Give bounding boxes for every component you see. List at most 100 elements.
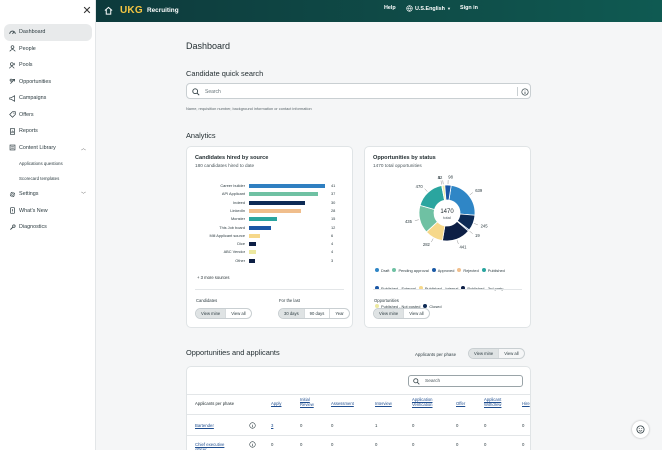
- column-header-applicant-withdrew[interactable]: Applicant Withdrew: [484, 397, 510, 407]
- help-link[interactable]: Help: [384, 5, 396, 11]
- quick-search-title: Candidate quick search: [186, 69, 264, 78]
- sidebar: ✕ Dashboard People Pools Opportunities C…: [0, 0, 96, 450]
- table-cell[interactable]: 3: [271, 423, 273, 428]
- bar[interactable]: [249, 233, 261, 238]
- leader-line: [469, 192, 473, 196]
- candidates-toggle: View mine View all: [195, 308, 252, 319]
- table-cell: 0: [331, 423, 334, 428]
- column-header-offer[interactable]: Offer: [456, 401, 465, 406]
- search-icon: [413, 378, 420, 385]
- slice-value-label: 435: [405, 219, 413, 224]
- column-header-apply[interactable]: Apply: [271, 401, 281, 406]
- opp-applicants-title: Opportunities and applicants: [186, 348, 280, 357]
- info-icon[interactable]: [521, 87, 529, 96]
- search-placeholder: Search: [425, 379, 441, 384]
- table-cell: 1: [375, 423, 378, 428]
- info-icon[interactable]: [249, 422, 256, 429]
- sidebar-subitem-applications-questions[interactable]: Applications questions: [4, 156, 92, 171]
- slice-value-label: 42: [438, 175, 443, 180]
- bar[interactable]: [249, 242, 257, 247]
- bar[interactable]: [249, 258, 255, 263]
- bar[interactable]: [249, 217, 277, 222]
- sidebar-item-dashboard[interactable]: Dashboard: [4, 24, 92, 41]
- close-icon[interactable]: ✕: [82, 6, 92, 17]
- card-title: Candidates hired by source: [195, 155, 269, 161]
- sidebar-item-pools[interactable]: Pools: [4, 57, 92, 74]
- sidebar-item-people[interactable]: People: [4, 41, 92, 58]
- column-header-hire[interactable]: Hire: [522, 401, 530, 406]
- chevron-up-icon[interactable]: ︿: [81, 145, 86, 152]
- view-all-button[interactable]: View all: [404, 309, 428, 318]
- bar-label: Indeed: [233, 199, 245, 205]
- view-mine-button[interactable]: View mine: [469, 349, 500, 358]
- table-cell: 0: [484, 423, 487, 428]
- gear-icon: [8, 190, 16, 198]
- chat-assistant-button[interactable]: [632, 421, 649, 438]
- year-button[interactable]: Year: [330, 309, 348, 318]
- table-cell: 0: [412, 442, 415, 447]
- table-cell: 0: [271, 442, 274, 447]
- language-selector[interactable]: U.S.English ▼: [406, 5, 451, 12]
- column-header-assessment[interactable]: Assessment: [331, 401, 354, 406]
- bar-label: Monster: [230, 216, 245, 222]
- sidebar-item-content-library[interactable]: Content Library ︿: [4, 140, 92, 157]
- more-sources-link[interactable]: + 3 more sources: [197, 275, 229, 280]
- sidebar-item-opportunities[interactable]: Opportunities: [4, 74, 92, 91]
- divider: [195, 289, 344, 290]
- sidebar-item-label: What's New: [19, 207, 48, 214]
- 90-days-button[interactable]: 90 days: [305, 309, 331, 318]
- home-icon[interactable]: [104, 6, 113, 15]
- slice-value-label: 441: [459, 244, 467, 249]
- bar[interactable]: [249, 208, 301, 213]
- table-cell: 0: [375, 442, 378, 447]
- table-cell: 0: [331, 442, 334, 447]
- view-all-button[interactable]: View all: [499, 349, 523, 358]
- sidebar-item-label: Campaigns: [19, 95, 47, 102]
- sidebar-item-reports[interactable]: Reports: [4, 123, 92, 140]
- column-header-interview[interactable]: Interview: [375, 401, 392, 406]
- 30-days-button[interactable]: 30 days: [279, 309, 305, 318]
- info-icon[interactable]: [249, 441, 256, 448]
- sidebar-subitem-scorecard-templates[interactable]: Scorecard templates: [4, 171, 92, 186]
- applicants-per-phase-label: Applicants per phase: [415, 352, 457, 357]
- top-header: UKG Recruiting Help U.S.English ▼ Sign i…: [96, 0, 662, 22]
- bar[interactable]: [249, 250, 257, 255]
- card-subtitle: 1470 total opportunities: [373, 163, 422, 168]
- legend-swatch: [431, 268, 436, 272]
- sidebar-item-diagnostics[interactable]: Diagnostics: [4, 219, 92, 236]
- legend-label: Pending approval: [398, 267, 429, 273]
- opportunity-link[interactable]: Chief executive officer: [195, 442, 235, 450]
- table-cell: 0: [522, 442, 525, 447]
- status-legend: Draft Pending approval Approved Rejected Pub…: [375, 259, 525, 313]
- leader-line: [473, 223, 478, 226]
- donut-slice[interactable]: [419, 185, 446, 210]
- view-mine-button[interactable]: View mine: [374, 309, 405, 318]
- sidebar-item-offers[interactable]: Offers: [4, 107, 92, 124]
- candidate-search-input[interactable]: Search: [186, 83, 531, 99]
- view-all-button[interactable]: View all: [226, 309, 250, 318]
- signin-link[interactable]: Sign in: [460, 5, 478, 11]
- table-cell: 0: [300, 442, 303, 447]
- divider: [187, 435, 530, 436]
- bar[interactable]: [249, 225, 272, 230]
- column-header-initial-review[interactable]: Initial Review: [300, 397, 322, 407]
- bar[interactable]: [249, 192, 318, 197]
- leader-line: [456, 240, 459, 245]
- divider: [187, 414, 530, 415]
- bar[interactable]: [249, 200, 305, 205]
- sidebar-item-label: Offers: [19, 111, 34, 118]
- column-header-application-verification[interactable]: Application Verification: [412, 397, 442, 407]
- chevron-down-icon[interactable]: ﹀: [81, 191, 86, 198]
- bar[interactable]: [249, 184, 325, 188]
- sidebar-item-whats-new[interactable]: What's New: [4, 203, 92, 220]
- opportunity-link[interactable]: Bartender: [195, 423, 235, 428]
- divider: [187, 394, 530, 395]
- table-search-input[interactable]: Search: [408, 375, 523, 387]
- dashboard-icon: [8, 28, 16, 36]
- sidebar-item-settings[interactable]: Settings ﹀: [4, 186, 92, 203]
- leader-line: [431, 238, 434, 243]
- legend-swatch: [392, 268, 397, 272]
- hired-bar-chart: Career builder 41 API Applicant 37 Indeed 30 L…: [187, 183, 354, 268]
- sidebar-item-campaigns[interactable]: Campaigns: [4, 90, 92, 107]
- view-mine-button[interactable]: View mine: [196, 309, 227, 318]
